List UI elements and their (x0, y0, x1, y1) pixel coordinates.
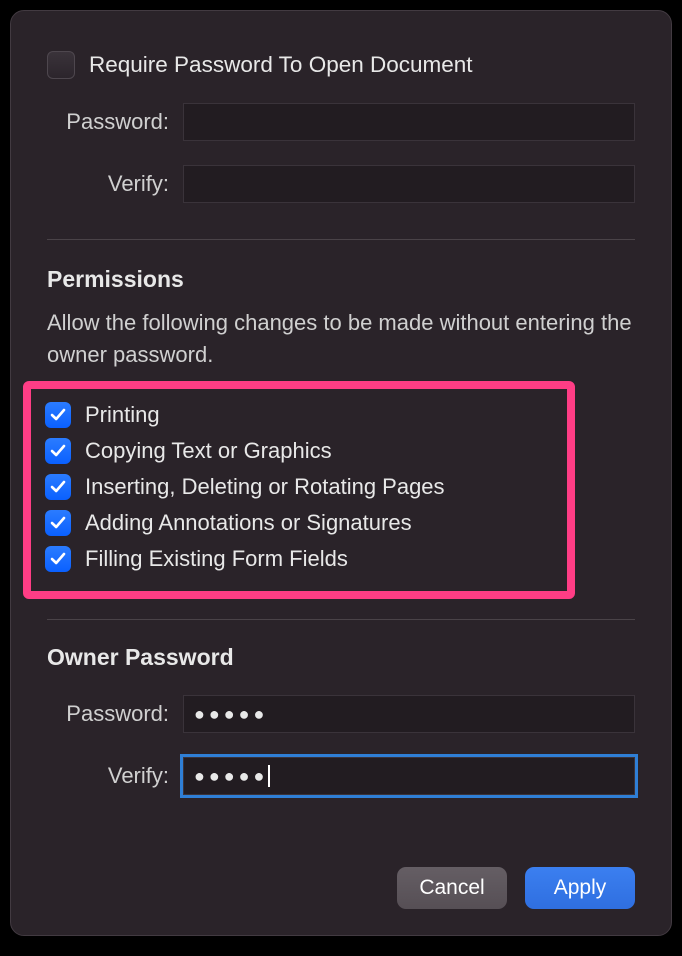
require-password-label: Require Password To Open Document (89, 52, 473, 78)
pdf-permissions-sheet: Require Password To Open Document Passwo… (10, 10, 672, 936)
cancel-button[interactable]: Cancel (397, 867, 507, 909)
owner-password-label: Password: (47, 701, 169, 727)
open-password-input[interactable] (183, 103, 635, 141)
permission-form-fields[interactable]: Filling Existing Form Fields (45, 541, 557, 577)
owner-password-input[interactable]: ●●●●● (183, 695, 635, 733)
owner-password-title: Owner Password (47, 644, 635, 671)
divider-1 (47, 239, 635, 240)
open-verify-label: Verify: (47, 171, 169, 197)
divider-2 (47, 619, 635, 620)
owner-verify-label: Verify: (47, 763, 169, 789)
open-verify-row: Verify: (47, 165, 635, 203)
require-password-row: Require Password To Open Document (47, 51, 635, 79)
permission-label: Copying Text or Graphics (85, 438, 332, 464)
permission-copying[interactable]: Copying Text or Graphics (45, 433, 557, 469)
permission-pages[interactable]: Inserting, Deleting or Rotating Pages (45, 469, 557, 505)
checkbox-checked-icon[interactable] (45, 402, 71, 428)
permission-label: Adding Annotations or Signatures (85, 510, 412, 536)
checkbox-checked-icon[interactable] (45, 510, 71, 536)
permission-label: Printing (85, 402, 160, 428)
dialog-footer: Cancel Apply (397, 867, 635, 909)
checkbox-checked-icon[interactable] (45, 438, 71, 464)
permissions-list: Printing Copying Text or Graphics Insert… (45, 397, 557, 577)
checkbox-checked-icon[interactable] (45, 474, 71, 500)
open-password-label: Password: (47, 109, 169, 135)
permissions-highlight-box: Printing Copying Text or Graphics Insert… (23, 381, 575, 599)
owner-password-section: Owner Password Password: ●●●●● Verify: ●… (47, 644, 635, 795)
owner-verify-input[interactable]: ●●●●● (183, 757, 635, 795)
permission-label: Filling Existing Form Fields (85, 546, 348, 572)
open-verify-input[interactable] (183, 165, 635, 203)
permissions-intro: Allow the following changes to be made w… (47, 307, 635, 371)
permission-label: Inserting, Deleting or Rotating Pages (85, 474, 445, 500)
owner-verify-row: Verify: ●●●●● (47, 757, 635, 795)
require-password-checkbox[interactable] (47, 51, 75, 79)
apply-button[interactable]: Apply (525, 867, 635, 909)
owner-password-row: Password: ●●●●● (47, 695, 635, 733)
password-mask: ●●●●● (194, 704, 268, 724)
checkbox-checked-icon[interactable] (45, 546, 71, 572)
open-password-row: Password: (47, 103, 635, 141)
permissions-title: Permissions (47, 266, 635, 293)
permission-printing[interactable]: Printing (45, 397, 557, 433)
password-mask: ●●●●● (194, 766, 268, 786)
text-caret-icon (268, 765, 270, 787)
permission-annotations[interactable]: Adding Annotations or Signatures (45, 505, 557, 541)
